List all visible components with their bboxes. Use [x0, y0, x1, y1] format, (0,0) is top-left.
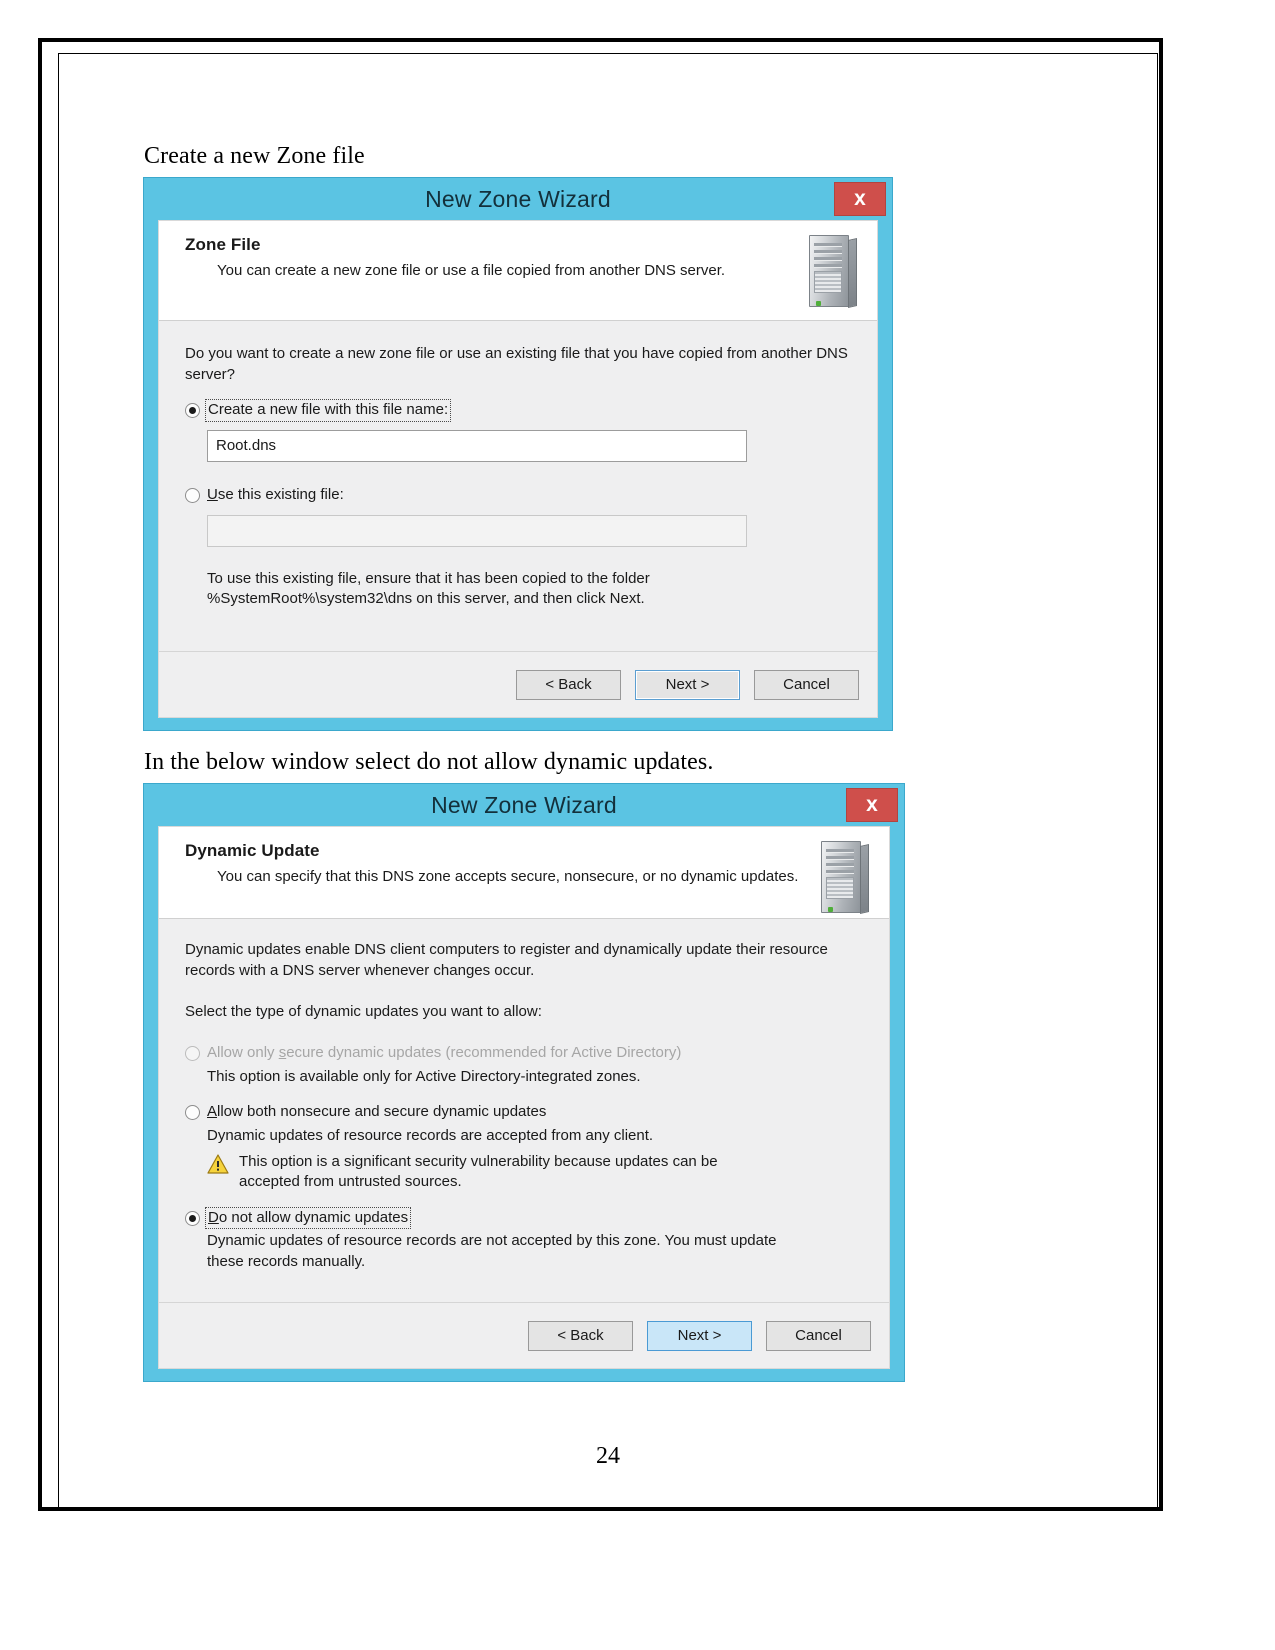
next-button[interactable]: Next >: [647, 1320, 752, 1351]
dialog-footer: < Back Next > Cancel: [159, 651, 877, 717]
close-icon[interactable]: x: [846, 788, 898, 822]
radio-use-existing-file[interactable]: Use this existing file:: [185, 486, 851, 505]
dialog-header-band: Dynamic Update You can specify that this…: [159, 827, 889, 919]
new-zone-wizard-zone-file-dialog: New Zone Wizard x Zone File You can crea…: [144, 178, 892, 730]
server-tower-icon: [805, 235, 859, 311]
dialog-titlebar: New Zone Wizard x: [144, 784, 904, 826]
dialog-header-band: Zone File You can create a new zone file…: [159, 221, 877, 321]
server-tower-icon: [817, 841, 871, 917]
new-zone-wizard-dynamic-update-dialog: New Zone Wizard x Dynamic Update You can…: [144, 784, 904, 1381]
header-heading: Dynamic Update: [185, 841, 320, 860]
close-icon[interactable]: x: [834, 182, 886, 216]
dialog-title: New Zone Wizard: [431, 791, 617, 818]
intro-text: Dynamic updates enable DNS client comput…: [185, 941, 828, 979]
select-prompt-text: Select the type of dynamic updates you w…: [185, 1003, 542, 1020]
radio-label: Create a new file with this file name:: [204, 399, 452, 422]
dialog-inner-panel: Zone File You can create a new zone file…: [158, 220, 878, 718]
radio-description: Dynamic updates of resource records are …: [207, 1126, 654, 1144]
page-number: 24: [596, 1443, 620, 1469]
radio-allow-both[interactable]: Allow both nonsecure and secure dynamic …: [185, 1103, 863, 1122]
cancel-button[interactable]: Cancel: [754, 669, 859, 700]
radio-label: Allow only secure dynamic updates (recom…: [207, 1044, 682, 1061]
back-button[interactable]: < Back: [516, 669, 621, 700]
dialog-inner-panel: Dynamic Update You can specify that this…: [158, 826, 890, 1369]
radio-indicator: [185, 487, 200, 503]
radio-indicator: [185, 1105, 200, 1120]
back-button[interactable]: < Back: [528, 1320, 633, 1351]
page-content: Create a new Zone file New Zone Wizard x…: [58, 53, 1158, 1508]
cancel-button[interactable]: Cancel: [766, 1320, 871, 1351]
dialog-body: Do you want to create a new zone file or…: [159, 321, 877, 651]
radio-label: Use this existing file:: [207, 485, 344, 503]
dialog-titlebar: New Zone Wizard x: [144, 178, 892, 220]
caption-create-zone-file: Create a new Zone file: [144, 143, 365, 169]
caption-dynamic-updates: In the below window select do not allow …: [144, 749, 714, 775]
dialog-title: New Zone Wizard: [425, 185, 611, 212]
dialog-footer: < Back Next > Cancel: [159, 1302, 889, 1368]
radio-create-new-file[interactable]: Create a new file with this file name:: [185, 399, 851, 422]
dialog-body: Dynamic updates enable DNS client comput…: [159, 919, 889, 1302]
radio-label: Allow both nonsecure and secure dynamic …: [207, 1103, 547, 1120]
radio-indicator: [185, 1046, 200, 1061]
prompt-text: Do you want to create a new zone file or…: [185, 345, 848, 383]
radio-allow-secure-only[interactable]: Allow only secure dynamic updates (recom…: [185, 1044, 863, 1063]
existing-file-input[interactable]: [207, 514, 747, 547]
next-button[interactable]: Next >: [635, 669, 740, 700]
radio-do-not-allow[interactable]: Do not allow dynamic updates: [185, 1206, 863, 1230]
radio-indicator: [185, 403, 200, 418]
new-file-name-input[interactable]: Root.dns: [207, 429, 747, 462]
header-subheading: You can specify that this DNS zone accep…: [217, 868, 799, 885]
radio-label: Do not allow dynamic updates: [204, 1206, 412, 1230]
warning-triangle-icon: [207, 1154, 229, 1174]
security-warning-row: This option is a significant security vu…: [207, 1152, 863, 1193]
radio-description: Dynamic updates of resource records are …: [207, 1232, 777, 1270]
header-subheading: You can create a new zone file or use a …: [217, 262, 726, 279]
security-warning-text: This option is a significant security vu…: [239, 1153, 718, 1191]
radio-indicator: [185, 1210, 200, 1226]
header-heading: Zone File: [185, 235, 261, 254]
existing-file-note: To use this existing file, ensure that i…: [207, 569, 650, 608]
radio-description: This option is available only for Active…: [207, 1067, 641, 1085]
